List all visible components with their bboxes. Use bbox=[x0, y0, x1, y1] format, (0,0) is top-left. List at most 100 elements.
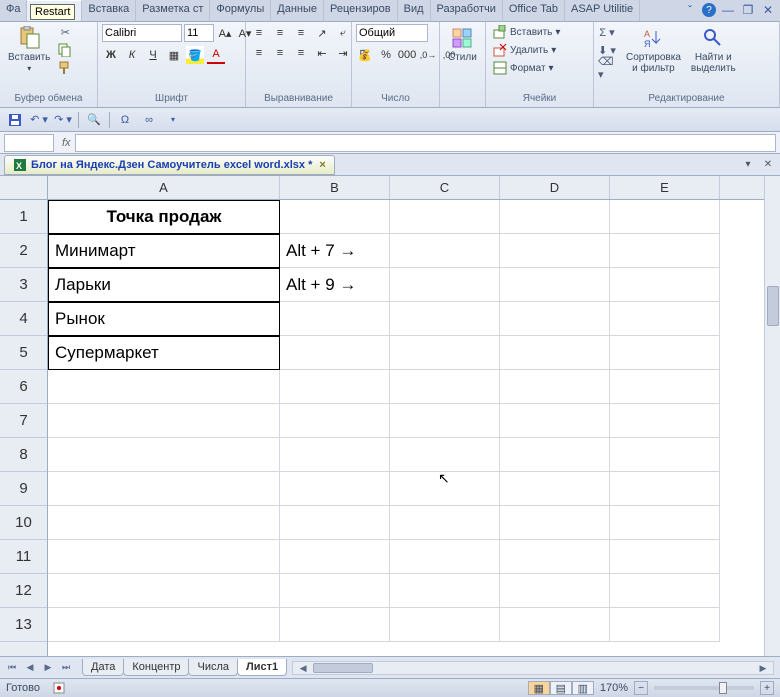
row-header-9[interactable]: 9 bbox=[0, 472, 47, 506]
workbook-tab[interactable]: X Блог на Яндекс.Дзен Самоучитель excel … bbox=[4, 155, 335, 175]
vertical-scrollbar[interactable] bbox=[764, 176, 780, 656]
tab-office-tab[interactable]: Office Tab bbox=[503, 0, 565, 21]
cell-A9[interactable] bbox=[48, 472, 280, 506]
tab-asap[interactable]: ASAP Utilitie bbox=[565, 0, 640, 21]
row-header-4[interactable]: 4 bbox=[0, 302, 47, 336]
name-box[interactable] bbox=[4, 134, 54, 152]
zoom-slider[interactable] bbox=[654, 686, 754, 690]
cell-C1[interactable] bbox=[390, 200, 500, 234]
format-painter-icon[interactable] bbox=[56, 60, 74, 76]
tab-page-layout[interactable]: Разметка ст bbox=[136, 0, 210, 21]
cell-B6[interactable] bbox=[280, 370, 390, 404]
row-header-8[interactable]: 8 bbox=[0, 438, 47, 472]
font-size-select[interactable] bbox=[184, 24, 214, 42]
wrap-text-icon[interactable]: ⤶ bbox=[334, 24, 352, 42]
hscroll-thumb[interactable] bbox=[313, 663, 373, 673]
cell-B7[interactable] bbox=[280, 404, 390, 438]
row-header-11[interactable]: 11 bbox=[0, 540, 47, 574]
fx-label[interactable]: fx bbox=[62, 137, 71, 149]
cell-C6[interactable] bbox=[390, 370, 500, 404]
doc-close-icon[interactable]: ✕ bbox=[760, 158, 776, 172]
font-color-button[interactable]: A bbox=[207, 46, 225, 64]
col-header-d[interactable]: D bbox=[500, 176, 610, 199]
window-restore-icon[interactable]: ❐ bbox=[740, 2, 756, 18]
cell-D6[interactable] bbox=[500, 370, 610, 404]
align-center-icon[interactable]: ≡ bbox=[271, 44, 289, 62]
tab-developer[interactable]: Разработчи bbox=[431, 0, 503, 21]
find-select-button[interactable]: Найти и выделить bbox=[687, 24, 740, 76]
cell-D7[interactable] bbox=[500, 404, 610, 438]
comma-icon[interactable]: 000 bbox=[398, 46, 416, 64]
currency-icon[interactable]: 💰 bbox=[356, 46, 374, 64]
sheet-tab-Лист1[interactable]: Лист1 bbox=[237, 659, 287, 676]
sheet-tab-Числа[interactable]: Числа bbox=[188, 659, 238, 676]
cell-A5[interactable]: Супермаркет bbox=[48, 336, 280, 370]
cell-B12[interactable] bbox=[280, 574, 390, 608]
cell-C11[interactable] bbox=[390, 540, 500, 574]
zoom-in-icon[interactable]: + bbox=[760, 681, 774, 695]
cell-D8[interactable] bbox=[500, 438, 610, 472]
vscroll-thumb[interactable] bbox=[767, 286, 779, 326]
cell-E5[interactable] bbox=[610, 336, 720, 370]
cell-A6[interactable] bbox=[48, 370, 280, 404]
row-header-6[interactable]: 6 bbox=[0, 370, 47, 404]
cell-C7[interactable] bbox=[390, 404, 500, 438]
cell-E6[interactable] bbox=[610, 370, 720, 404]
cell-A3[interactable]: Ларьки bbox=[48, 268, 280, 302]
window-minimize-icon[interactable]: — bbox=[720, 2, 736, 18]
cell-D1[interactable] bbox=[500, 200, 610, 234]
save-icon[interactable] bbox=[6, 111, 24, 129]
tab-review[interactable]: Рецензиров bbox=[324, 0, 398, 21]
insert-cells-button[interactable]: Вставить ▾ bbox=[490, 24, 563, 40]
format-cells-button[interactable]: Формат ▾ bbox=[490, 60, 557, 76]
increase-indent-icon[interactable]: ⇥ bbox=[334, 44, 352, 62]
sheet-tab-Дата[interactable]: Дата bbox=[82, 659, 124, 676]
cell-C4[interactable] bbox=[390, 302, 500, 336]
cell-E1[interactable] bbox=[610, 200, 720, 234]
align-middle-icon[interactable]: ≡ bbox=[271, 24, 289, 42]
cell-E11[interactable] bbox=[610, 540, 720, 574]
cell-E2[interactable] bbox=[610, 234, 720, 268]
cell-A12[interactable] bbox=[48, 574, 280, 608]
cells-area[interactable]: Точка продажМинимартAlt + 7 →ЛарькиAlt +… bbox=[48, 200, 764, 656]
cell-A11[interactable] bbox=[48, 540, 280, 574]
underline-button[interactable]: Ч bbox=[144, 46, 162, 64]
cell-C10[interactable] bbox=[390, 506, 500, 540]
cell-C13[interactable] bbox=[390, 608, 500, 642]
row-header-1[interactable]: 1 bbox=[0, 200, 47, 234]
cut-icon[interactable]: ✂ bbox=[56, 24, 74, 40]
row-header-5[interactable]: 5 bbox=[0, 336, 47, 370]
copy-icon[interactable] bbox=[56, 42, 74, 58]
cell-B13[interactable] bbox=[280, 608, 390, 642]
bold-button[interactable]: Ж bbox=[102, 46, 120, 64]
cell-A4[interactable]: Рынок bbox=[48, 302, 280, 336]
cell-B10[interactable] bbox=[280, 506, 390, 540]
cell-E8[interactable] bbox=[610, 438, 720, 472]
zoom-level[interactable]: 170% bbox=[600, 682, 628, 694]
cell-D10[interactable] bbox=[500, 506, 610, 540]
autosum-icon[interactable]: Σ ▾ bbox=[598, 24, 616, 40]
cell-A13[interactable] bbox=[48, 608, 280, 642]
border-button[interactable]: ▦ bbox=[165, 46, 183, 64]
row-header-2[interactable]: 2 bbox=[0, 234, 47, 268]
sheet-nav-first-icon[interactable]: ⏮ bbox=[4, 660, 20, 676]
sheet-nav-prev-icon[interactable]: ◀ bbox=[22, 660, 38, 676]
cell-D3[interactable] bbox=[500, 268, 610, 302]
cell-A10[interactable] bbox=[48, 506, 280, 540]
cell-E7[interactable] bbox=[610, 404, 720, 438]
tab-formulas[interactable]: Формулы bbox=[210, 0, 271, 21]
cell-B9[interactable] bbox=[280, 472, 390, 506]
cell-B2[interactable]: Alt + 7 → bbox=[280, 234, 390, 268]
cell-C12[interactable] bbox=[390, 574, 500, 608]
cell-D4[interactable] bbox=[500, 302, 610, 336]
cell-B5[interactable] bbox=[280, 336, 390, 370]
sheet-tab-Концентр[interactable]: Концентр bbox=[123, 659, 189, 676]
row-header-10[interactable]: 10 bbox=[0, 506, 47, 540]
help-icon[interactable]: ? bbox=[702, 3, 716, 17]
cell-B3[interactable]: Alt + 9 → bbox=[280, 268, 390, 302]
tab-view[interactable]: Вид bbox=[398, 0, 431, 21]
sort-filter-button[interactable]: АЯ Сортировка и фильтр bbox=[622, 24, 685, 76]
tab-data[interactable]: Данные bbox=[271, 0, 324, 21]
hscroll-right-icon[interactable]: ▶ bbox=[755, 661, 771, 677]
col-header-c[interactable]: C bbox=[390, 176, 500, 199]
